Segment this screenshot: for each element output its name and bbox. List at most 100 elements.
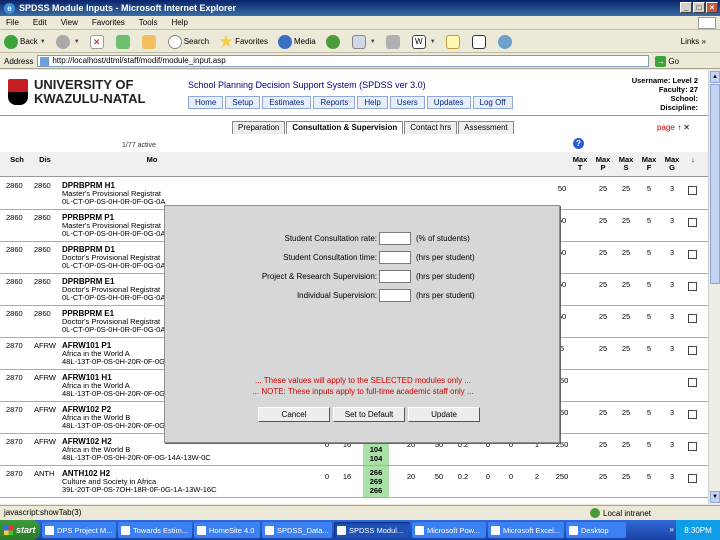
cell-max-p: 25 [598,312,608,321]
taskbar-item[interactable]: Desktop [566,522,626,538]
system-title: School Planning Decision Support System … [188,80,426,90]
research-button[interactable] [471,34,488,49]
nav-estimates[interactable]: Estimates [262,96,312,109]
taskbar-item[interactable]: DPS Project M... [42,522,116,538]
nav-users[interactable]: Users [389,96,425,109]
window-title-bar[interactable]: e SPDSS Module Inputs - Microsoft Intern… [0,0,720,16]
page-top-link[interactable]: page ↑ ✕ [657,123,690,132]
page-link-label: page [657,123,675,132]
nav-help[interactable]: Help [357,96,388,109]
history-button[interactable] [325,34,342,49]
set-to-default-button[interactable]: Set to Default [333,407,405,422]
update-button[interactable]: Update [408,407,480,422]
menu-view[interactable]: View [61,18,78,27]
row-select-checkbox[interactable] [688,346,697,355]
row-select-checkbox[interactable] [688,442,697,451]
row-select-checkbox[interactable] [688,378,697,387]
taskbar-item[interactable]: SPDSS_Data... [262,522,332,538]
scroll-up-icon[interactable]: ▲ [710,71,720,83]
media-button[interactable]: Media [277,34,316,49]
cell-sch: 2870 [6,341,23,350]
row-select-checkbox[interactable] [688,186,697,195]
taskbar-item-label: HomeSite 4.0 [209,525,255,535]
nav-home[interactable]: Home [188,96,224,109]
scroll-down-icon[interactable]: ▼ [710,491,720,503]
student-consultation-rate-input[interactable] [379,232,411,245]
cell-max-s: 25 [621,408,631,417]
vertical-scrollbar[interactable]: ▲ ▼ [708,70,720,504]
edit-button[interactable]: W ▼ [411,34,436,49]
help-icon[interactable]: ? [573,138,584,149]
tab-contact-hrs[interactable]: Contact hrs [404,121,458,134]
row-select-checkbox[interactable] [688,218,697,227]
modal-field-row: Individual Supervision: (hrs per student… [165,289,561,303]
forward-button[interactable]: ▼ [55,34,80,49]
tab-assessment[interactable]: Assessment [458,121,514,134]
taskbar-item[interactable]: HomeSite 4.0 [194,522,260,538]
more-chevron-icon: » [701,37,706,46]
cell-value: 0 [485,472,491,481]
cell-max-s: 25 [621,280,631,289]
taskbar-more-icon[interactable]: » [670,525,674,534]
row-select-checkbox[interactable] [688,410,697,419]
security-zone: Local intranet [603,508,652,518]
messenger-icon [497,34,512,49]
nav-updates[interactable]: Updates [426,96,471,109]
student-consultation-time-input[interactable] [379,251,411,264]
tab-consultation-supervision[interactable]: Consultation & Supervision [286,121,404,134]
row-select-checkbox[interactable] [688,474,697,483]
row-select-checkbox[interactable] [688,282,697,291]
modal-field-row: Project & Research Supervision: (hrs per… [165,270,561,284]
taskbar-item-label: Desktop [581,525,609,535]
messenger-button[interactable] [497,34,514,49]
cell-max-f: 5 [646,184,652,193]
nav-reports[interactable]: Reports [313,96,356,109]
home-button[interactable] [141,34,158,49]
refresh-button[interactable] [115,34,132,49]
cell-max-s: 25 [621,248,631,257]
taskbar-item[interactable]: Microsoft Pow... [412,522,486,538]
back-button[interactable]: Back ▼ [4,34,46,49]
search-label: Search [183,37,210,46]
maximize-button[interactable]: □ [693,2,705,13]
go-button[interactable]: → Go [655,55,679,67]
menu-tools[interactable]: Tools [139,18,158,27]
favorites-button[interactable]: Favorites [219,34,268,49]
minimize-button[interactable]: _ [680,2,692,13]
individual-supervision-input[interactable] [379,289,411,302]
taskbar-item[interactable]: Microsoft Excel... [488,522,564,538]
address-input[interactable]: http://localhost/dtml/staff/modif/module… [37,55,650,67]
cancel-button[interactable]: Cancel [258,407,330,422]
row-select-checkbox[interactable] [688,314,697,323]
close-button[interactable]: × [706,2,718,13]
cell-max-g: 3 [669,344,675,353]
cell-max-g: 3 [669,472,675,481]
nav-logoff[interactable]: Log Off [472,96,513,109]
header-divider [0,115,708,116]
stop-button[interactable]: ✕ [89,34,106,49]
menu-favorites[interactable]: Favorites [92,18,125,27]
project-research-supervision-input[interactable] [379,270,411,283]
menu-edit[interactable]: Edit [33,18,47,27]
taskbar-item[interactable]: Towards Estim... [118,522,192,538]
menu-help[interactable]: Help [171,18,187,27]
menu-file[interactable]: File [6,18,19,27]
start-button[interactable]: start [0,520,40,540]
status-text: javascript:showTab(3) [4,508,82,517]
scrollbar-thumb[interactable] [710,84,720,284]
header-sort-arrow-icon[interactable]: ↓ [686,152,700,177]
row-select-checkbox[interactable] [688,250,697,259]
cell-max-f: 5 [646,312,652,321]
cell-max-s: 25 [621,216,631,225]
mail-button[interactable]: ▼ [351,34,376,49]
tab-preparation[interactable]: Preparation [232,121,286,134]
internet-explorer-icon: e [4,2,15,14]
discuss-button[interactable] [445,34,462,49]
field-unit: (% of students) [416,234,470,243]
nav-setup[interactable]: Setup [225,96,261,109]
search-button[interactable]: Search [167,34,210,49]
print-button[interactable] [385,34,402,49]
cell-sch: 2860 [6,245,23,254]
links-button[interactable]: Links » [681,37,706,46]
taskbar-item[interactable]: SPDSS Modul... [334,522,410,538]
